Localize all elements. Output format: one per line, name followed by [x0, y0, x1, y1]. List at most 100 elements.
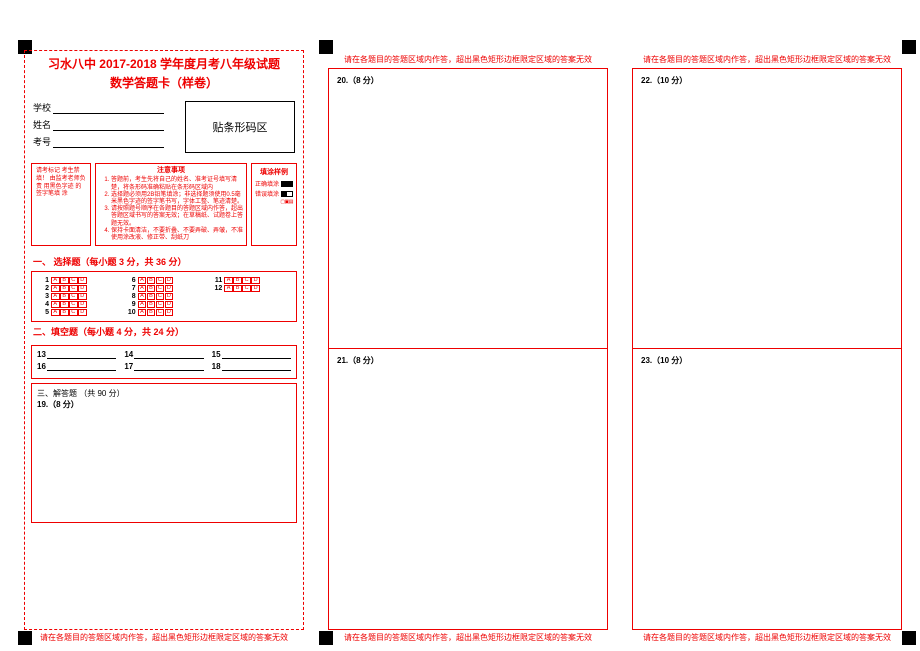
bubble[interactable]: B — [233, 285, 242, 292]
instr-mid-title: 注意事项 — [99, 167, 243, 175]
bubble[interactable]: B — [60, 285, 69, 292]
mcq-box: 1ABCD6ABCD11ABCD2ABCD7ABCD12ABCD3ABCD8AB… — [31, 271, 297, 322]
bubble[interactable]: B — [147, 293, 156, 300]
bubble[interactable]: C — [242, 277, 251, 284]
bubble[interactable]: D — [165, 277, 174, 284]
bubble[interactable]: C — [156, 285, 165, 292]
school-input-line[interactable] — [53, 101, 164, 114]
bubble[interactable]: A — [138, 301, 147, 308]
bubble[interactable]: A — [51, 293, 60, 300]
exam-title-1: 习水八中 2017-2018 学年度月考八年级试题 — [25, 51, 303, 74]
bubble[interactable]: A — [51, 277, 60, 284]
fb-num-14: 14 — [124, 350, 133, 359]
bubble[interactable]: D — [165, 293, 174, 300]
bubble[interactable]: A — [51, 301, 60, 308]
bubble[interactable]: B — [60, 301, 69, 308]
mcq-item — [210, 301, 291, 308]
bubble[interactable]: C — [69, 285, 78, 292]
warning-bot-col1: 请在各题目的答题区域内作答，超出黑色矩形边框限定区域的答案无效 — [24, 632, 304, 643]
instr-item: 选择题必须用2B铅笔填涂；非选择题须使用0.5毫米黑色字迹的签字笔书写，字体工整… — [111, 192, 243, 206]
instr-item: 请按照题号顺序在各题目的答题区域内作答，超出答题区域书写的答案无效；在草稿纸、试… — [111, 206, 243, 228]
bubble[interactable]: C — [69, 293, 78, 300]
bubble[interactable]: D — [165, 301, 174, 308]
bubble[interactable]: C — [69, 277, 78, 284]
mcq-item: 5ABCD — [37, 309, 118, 316]
mcq-item: 4ABCD — [37, 301, 118, 308]
fb-line[interactable] — [222, 350, 291, 359]
bubble[interactable]: C — [242, 285, 251, 292]
examno-input-line[interactable] — [53, 135, 164, 148]
name-label: 姓名 — [33, 118, 51, 131]
bubble[interactable]: D — [78, 301, 87, 308]
bubble[interactable]: A — [138, 277, 147, 284]
mcq-item: 3ABCD — [37, 293, 118, 300]
fb-line[interactable] — [134, 362, 203, 371]
bubble[interactable]: A — [138, 309, 147, 316]
bubble[interactable]: A — [224, 285, 233, 292]
q21-label: 21.（8 分） — [337, 356, 379, 365]
mcq-item — [210, 309, 291, 316]
bubble[interactable]: A — [51, 285, 60, 292]
q20-label: 20.（8 分） — [337, 76, 379, 85]
bubble[interactable]: C — [156, 301, 165, 308]
instructions-left: 请考标记 考生禁填！ 由监考老师负责 用黑色字迹 的签字笔填 涂 — [31, 163, 91, 246]
bubble[interactable]: B — [147, 277, 156, 284]
warning-bot-col2: 请在各题目的答题区域内作答，超出黑色矩形边框限定区域的答案无效 — [328, 632, 608, 643]
fb-line[interactable] — [47, 350, 116, 359]
bubble[interactable]: D — [165, 309, 174, 316]
column-3: 22.（10 分） 23.（10 分） — [632, 68, 902, 630]
instructions-right: 填涂样例 正确填涂 错误填涂 ▢▣▤ — [251, 163, 297, 246]
answer-box-20: 20.（8 分） — [329, 69, 607, 349]
mcq-item: 10ABCD — [124, 309, 205, 316]
mcq-num: 8 — [124, 293, 136, 300]
bubble[interactable]: A — [138, 285, 147, 292]
warning-bot-col3: 请在各题目的答题区域内作答，超出黑色矩形边框限定区域的答案无效 — [632, 632, 902, 643]
bubble[interactable]: C — [156, 293, 165, 300]
bubble[interactable]: D — [78, 293, 87, 300]
bubble[interactable]: C — [156, 309, 165, 316]
bubble[interactable]: D — [165, 285, 174, 292]
bubble[interactable]: C — [69, 309, 78, 316]
bubble[interactable]: B — [147, 309, 156, 316]
answer-box-23: 23.（10 分） — [633, 349, 901, 629]
mcq-item: 8ABCD — [124, 293, 205, 300]
bubble[interactable]: C — [69, 301, 78, 308]
answer-box-22: 22.（10 分） — [633, 69, 901, 349]
instr-item: 答题前，考生先将自己的姓名、准考证号填写清楚，将条形码准确粘贴在条形码区域内 — [111, 177, 243, 191]
mcq-item: 12ABCD — [210, 285, 291, 292]
q22-label: 22.（10 分） — [641, 76, 687, 85]
fb-line[interactable] — [47, 362, 116, 371]
wrong-fill-bubbles: ▢▣▤ — [280, 199, 293, 205]
student-info: 学校 姓名 考号 贴条形码区 — [25, 91, 303, 157]
bubble[interactable]: A — [51, 309, 60, 316]
bubble[interactable]: A — [224, 277, 233, 284]
mcq-item: 6ABCD — [124, 277, 205, 284]
bubble[interactable]: D — [78, 309, 87, 316]
warning-top-col2: 请在各题目的答题区域内作答，超出黑色矩形边框限定区域的答案无效 — [328, 54, 608, 65]
mcq-num: 7 — [124, 285, 136, 292]
bubble[interactable]: D — [78, 277, 87, 284]
fillblank-section-title: 二、填空题（每小题 4 分，共 24 分） — [25, 322, 303, 341]
fb-line[interactable] — [222, 362, 291, 371]
mcq-num: 1 — [37, 277, 49, 284]
mcq-section-title: 一、 选择题（每小题 3 分，共 36 分） — [25, 252, 303, 271]
mcq-num: 11 — [210, 277, 222, 284]
bubble[interactable]: D — [251, 277, 260, 284]
q23-label: 23.（10 分） — [641, 356, 687, 365]
bubble[interactable]: B — [147, 285, 156, 292]
bubble[interactable]: C — [156, 277, 165, 284]
bubble[interactable]: D — [78, 285, 87, 292]
bubble[interactable]: D — [251, 285, 260, 292]
name-input-line[interactable] — [53, 118, 164, 131]
fb-num-18: 18 — [212, 362, 221, 371]
corner-marker — [902, 631, 916, 645]
bubble[interactable]: B — [60, 293, 69, 300]
bubble[interactable]: B — [233, 277, 242, 284]
bubble[interactable]: B — [60, 309, 69, 316]
bubble[interactable]: A — [138, 293, 147, 300]
fb-line[interactable] — [134, 350, 203, 359]
correct-fill-label: 正确填涂 — [255, 179, 279, 188]
bubble[interactable]: B — [60, 277, 69, 284]
bubble[interactable]: B — [147, 301, 156, 308]
mcq-num: 4 — [37, 301, 49, 308]
